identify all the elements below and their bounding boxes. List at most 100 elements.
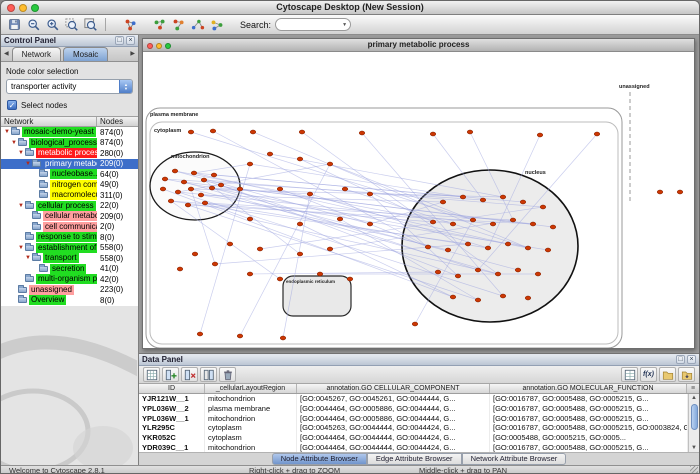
network-node[interactable] [297, 252, 303, 256]
delete-attribute-button[interactable] [181, 367, 198, 382]
table-row[interactable]: YPL036W__2plasma membrane[GO:0044464, GO… [139, 404, 688, 414]
resize-grip[interactable] [690, 466, 698, 474]
network-node[interactable] [530, 222, 536, 226]
network-node[interactable] [475, 298, 481, 302]
network-node[interactable] [505, 242, 511, 246]
network-node[interactable] [467, 130, 473, 134]
network-node[interactable] [460, 195, 466, 199]
column-config-button[interactable]: ≡ [687, 384, 699, 393]
network-node[interactable] [347, 277, 353, 281]
tab-network[interactable]: Network [12, 47, 61, 61]
tree-row-secretion[interactable]: secretion41(0) [1, 264, 138, 275]
network-node[interactable] [337, 217, 343, 221]
tree-column-nodes[interactable]: Nodes [97, 117, 138, 126]
network-node[interactable] [188, 130, 194, 134]
network-node[interactable] [210, 129, 216, 133]
close-window-button[interactable] [7, 4, 15, 12]
network-node[interactable] [237, 187, 243, 191]
network-node[interactable] [175, 190, 181, 194]
apply-layout-button[interactable] [188, 16, 207, 33]
edit-attribute-button[interactable] [200, 367, 217, 382]
tree-column-network[interactable]: Network [1, 117, 97, 126]
table-scrollbar[interactable]: ▲ ▼ [688, 394, 699, 452]
network-node[interactable] [218, 183, 224, 187]
tree-row-biological-process[interactable]: ▼biological_process874(0) [1, 138, 138, 149]
network-window-titlebar[interactable]: primary metabolic process [143, 39, 694, 52]
tree-row-transport[interactable]: ▼transport558(0) [1, 253, 138, 264]
network-node[interactable] [535, 272, 541, 276]
network-node[interactable] [540, 205, 546, 209]
close-panel-button[interactable]: × [126, 36, 135, 45]
network-node[interactable] [327, 162, 333, 166]
network-node[interactable] [430, 220, 436, 224]
tree-row-cellular-metabo[interactable]: cellular metabo...209(0) [1, 211, 138, 222]
tree-row-multi-organism-pro[interactable]: multi-organism pro...42(0) [1, 274, 138, 285]
scroll-down-icon[interactable]: ▼ [689, 444, 699, 452]
network-node[interactable] [480, 198, 486, 202]
column-header-id[interactable]: ID [139, 384, 205, 393]
network-node[interactable] [500, 195, 506, 199]
network-node[interactable] [277, 277, 283, 281]
tree-row-nucleobase[interactable]: nucleobase...64(0) [1, 169, 138, 180]
dropdown-arrows-icon[interactable]: ▲▼ [119, 80, 132, 93]
network-node[interactable] [247, 272, 253, 276]
delete-row-button[interactable] [219, 367, 236, 382]
network-node[interactable] [440, 200, 446, 204]
tab-network-attribute-browser[interactable]: Network Attribute Browser [462, 453, 567, 465]
network-node[interactable] [525, 296, 531, 300]
float-data-panel-button[interactable]: □ [676, 355, 685, 364]
save-session-button[interactable] [5, 16, 24, 33]
network-node[interactable] [185, 203, 191, 207]
network-node[interactable] [435, 270, 441, 274]
tree-row-response-to-stimul[interactable]: response to stimul...8(0) [1, 232, 138, 243]
tree-row-mosaic-demo-yeast[interactable]: ▼mosaic-demo-yeast874(0) [1, 127, 138, 138]
tab-edge-attribute-browser[interactable]: Edge Attribute Browser [367, 453, 462, 465]
network-node[interactable] [297, 222, 303, 226]
network-node[interactable] [247, 162, 253, 166]
network-node[interactable] [192, 252, 198, 256]
node-color-dropdown[interactable]: transporter activity ▲▼ [6, 79, 133, 94]
tab-scroll-right-icon[interactable]: ▶ [128, 47, 137, 61]
network-node[interactable] [342, 187, 348, 191]
tree-row-establishment-of-l[interactable]: ▼establishment of l...558(0) [1, 243, 138, 254]
table-row[interactable]: YJR121W__1mitochondrion[GO:0045267, GO:0… [139, 394, 688, 404]
network-node[interactable] [550, 225, 556, 229]
network-node[interactable] [510, 218, 516, 222]
tree-row-cell-communica[interactable]: cell communica...2(0) [1, 222, 138, 233]
zoom-fit-button[interactable] [81, 16, 100, 33]
network-node[interactable] [280, 336, 286, 340]
network-node[interactable] [307, 192, 313, 196]
destroy-network-button[interactable] [169, 16, 188, 33]
search-dropdown-icon[interactable]: ▼ [342, 22, 347, 28]
tree-row-primary-metabo[interactable]: ▼primary metabo...209(0) [1, 159, 138, 170]
network-canvas[interactable]: plasma membrane cytoplasm mitochondrion … [143, 52, 694, 348]
create-attribute-button[interactable] [162, 367, 179, 382]
expand-icon[interactable]: ▼ [3, 129, 11, 135]
network-node[interactable] [500, 294, 506, 298]
import-attributes-button[interactable] [659, 367, 676, 382]
network-node[interactable] [475, 268, 481, 272]
table-row[interactable]: YPL036W__1mitochondrion[GO:0044464, GO:0… [139, 414, 688, 424]
network-node[interactable] [470, 218, 476, 222]
column-header-molecular-function[interactable]: annotation.GO MOLECULAR_FUNCTION [490, 384, 687, 393]
network-node[interactable] [227, 242, 233, 246]
tree-row-overview[interactable]: Overview8(0) [1, 295, 138, 306]
network-node[interactable] [237, 334, 243, 338]
zoom-in-button[interactable] [43, 16, 62, 33]
create-network-button[interactable] [150, 16, 169, 33]
network-node[interactable] [425, 245, 431, 249]
select-nodes-checkbox[interactable]: ✓ [7, 100, 17, 110]
network-overview-button[interactable] [121, 16, 140, 33]
network-node[interactable] [299, 130, 305, 134]
tree-row-unassigned[interactable]: unassigned223(0) [1, 285, 138, 296]
minimize-frame-button[interactable] [156, 43, 162, 49]
formula-builder-button[interactable]: f(x) [640, 367, 657, 382]
network-node[interactable] [198, 193, 204, 197]
network-node[interactable] [209, 186, 215, 190]
network-node[interactable] [267, 152, 273, 156]
network-node[interactable] [247, 217, 253, 221]
network-node[interactable] [188, 187, 194, 191]
search-input[interactable] [275, 18, 351, 31]
expand-icon[interactable]: ▼ [10, 140, 18, 146]
network-node[interactable] [257, 247, 263, 251]
